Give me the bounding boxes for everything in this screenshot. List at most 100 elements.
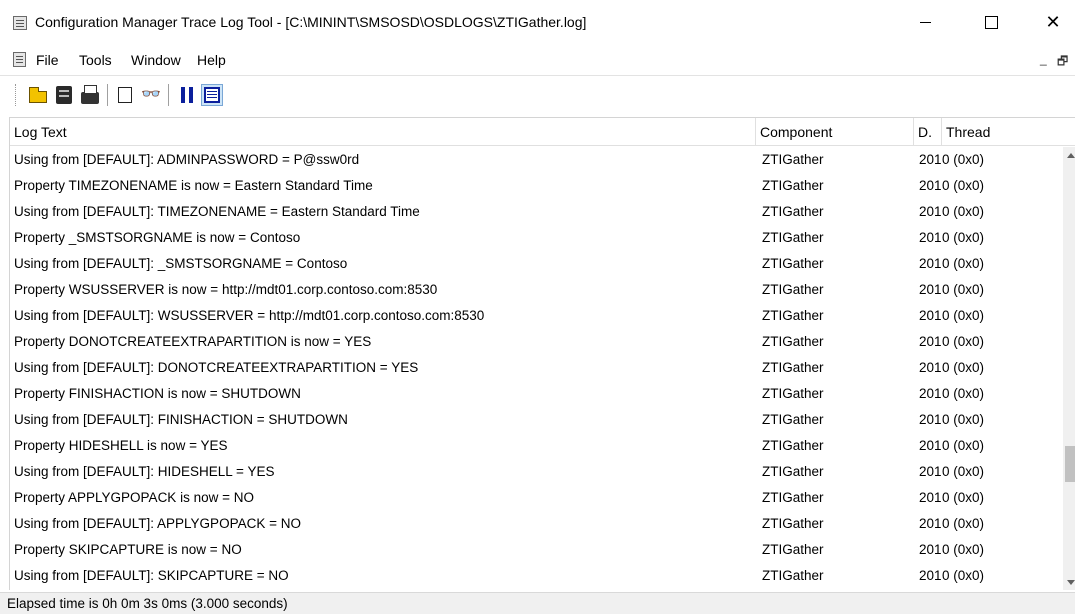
title-bar: Configuration Manager Trace Log Tool - [… (0, 0, 1075, 44)
log-grid[interactable]: Log Text Component D. Thread Using from … (9, 117, 1075, 590)
vertical-scrollbar[interactable] (1063, 147, 1075, 590)
status-text: Elapsed time is 0h 0m 3s 0ms (3.000 seco… (7, 596, 288, 611)
mdi-minimize-button[interactable]: _ (1040, 52, 1047, 66)
table-row[interactable]: Property SKIPCAPTURE is now = NO ZTIGathe… (10, 537, 1060, 563)
table-row[interactable]: Using from [DEFAULT]: FINISHACTION = SHU… (10, 407, 1060, 433)
log-text-cell: Using from [DEFAULT]: WSUSSERVER = http:… (14, 308, 485, 323)
app-icon[interactable] (13, 16, 27, 30)
table-row[interactable]: Using from [DEFAULT]: SKIPCAPTURE = NO ZT… (10, 563, 1060, 589)
log-text-cell: Property _SMSTSORGNAME is now = Contoso (14, 230, 301, 245)
component-cell: ZTIGather (762, 204, 824, 219)
toolbar-separator (168, 84, 169, 106)
toolbar-grip[interactable] (15, 84, 18, 106)
close-icon: ✕ (1045, 11, 1061, 32)
table-row[interactable]: Property HIDESHELL is now = YES ZTIGather… (10, 433, 1060, 459)
table-row[interactable]: Using from [DEFAULT]: ADMINPASSWORD = P@… (10, 147, 1060, 173)
log-rows: Using from [DEFAULT]: ADMINPASSWORD = P@… (10, 147, 1060, 589)
thread-cell: 0 (0x0) (942, 308, 985, 323)
table-row[interactable]: Using from [DEFAULT]: TIMEZONENAME = Eas… (10, 199, 1060, 225)
table-row[interactable]: Property DONOTCREATEEXTRAPARTITION is no… (10, 329, 1060, 355)
minimize-button[interactable] (902, 0, 948, 44)
table-row[interactable]: Property APPLYGPOPACK is now = NO ZTIGath… (10, 485, 1060, 511)
grid-header: Log Text Component D. Thread (10, 118, 1075, 146)
column-header-log-text[interactable]: Log Text (10, 118, 756, 146)
open-button[interactable] (27, 84, 49, 106)
component-cell: ZTIGather (762, 256, 824, 271)
thread-cell: 0 (0x0) (942, 490, 985, 505)
thread-cell: 0 (0x0) (942, 204, 985, 219)
thread-cell: 0 (0x0) (942, 438, 985, 453)
component-cell: ZTIGather (762, 360, 824, 375)
minimize-icon (919, 21, 931, 23)
thread-cell: 0 (0x0) (942, 282, 985, 297)
thread-cell: 0 (0x0) (942, 256, 985, 271)
component-cell: ZTIGather (762, 542, 824, 557)
mdi-restore-button[interactable]: 🗗 (1057, 52, 1068, 73)
thread-cell: 0 (0x0) (942, 386, 985, 401)
menu-bar: File Tools Window Help _ 🗗 (0, 44, 1075, 76)
component-cell: ZTIGather (762, 282, 824, 297)
log-text-cell: Using from [DEFAULT]: _SMSTSORGNAME = Co… (14, 256, 348, 271)
scroll-down-icon[interactable] (1067, 580, 1075, 585)
close-button[interactable]: ✕ (1030, 0, 1075, 44)
column-header-thread[interactable]: Thread (942, 118, 1062, 146)
thread-cell: 0 (0x0) (942, 464, 985, 479)
find-icon: 👓 (141, 86, 161, 103)
find-button[interactable]: 👓 (140, 84, 162, 106)
copy-icon (114, 84, 132, 103)
pause-icon (181, 87, 193, 103)
thread-cell: 0 (0x0) (942, 516, 985, 531)
thread-cell: 0 (0x0) (942, 360, 985, 375)
menu-window[interactable]: Window (131, 52, 181, 68)
window-title: Configuration Manager Trace Log Tool - [… (35, 14, 587, 30)
pause-button[interactable] (176, 84, 198, 106)
component-cell: ZTIGather (762, 152, 824, 167)
log-text-cell: Using from [DEFAULT]: FINISHACTION = SHU… (14, 412, 348, 427)
column-header-date[interactable]: D. (914, 118, 942, 146)
log-text-cell: Using from [DEFAULT]: TIMEZONENAME = Eas… (14, 204, 420, 219)
thread-cell: 0 (0x0) (942, 178, 985, 193)
open-icon (29, 87, 47, 103)
open-on-server-button[interactable] (53, 84, 75, 106)
print-button[interactable] (79, 84, 101, 106)
thread-cell: 0 (0x0) (942, 152, 985, 167)
scroll-thumb[interactable] (1065, 446, 1075, 482)
log-text-cell: Property APPLYGPOPACK is now = NO (14, 490, 254, 505)
scroll-up-icon[interactable] (1067, 153, 1075, 158)
table-row[interactable]: Using from [DEFAULT]: APPLYGPOPACK = NO Z… (10, 511, 1060, 537)
table-row[interactable]: Property TIMEZONENAME is now = Eastern S… (10, 173, 1060, 199)
component-cell: ZTIGather (762, 412, 824, 427)
log-text-cell: Using from [DEFAULT]: DONOTCREATEEXTRAPA… (14, 360, 419, 375)
table-row[interactable]: Using from [DEFAULT]: WSUSSERVER = http:… (10, 303, 1060, 329)
maximize-icon (984, 15, 998, 29)
log-text-cell: Property SKIPCAPTURE is now = NO (14, 542, 242, 557)
status-bar: Elapsed time is 0h 0m 3s 0ms (3.000 seco… (0, 592, 1075, 614)
table-row[interactable]: Property WSUSSERVER is now = http://mdt0… (10, 277, 1060, 303)
log-view-button[interactable] (201, 84, 223, 106)
component-cell: ZTIGather (762, 568, 824, 583)
log-text-cell: Property TIMEZONENAME is now = Eastern S… (14, 178, 373, 193)
document-icon[interactable] (13, 52, 26, 67)
log-text-cell: Using from [DEFAULT]: SKIPCAPTURE = NO (14, 568, 289, 583)
copy-button[interactable] (114, 84, 136, 106)
menu-tools[interactable]: Tools (79, 52, 112, 68)
thread-cell: 0 (0x0) (942, 412, 985, 427)
table-row[interactable]: Using from [DEFAULT]: DONOTCREATEEXTRAPA… (10, 355, 1060, 381)
log-text-cell: Using from [DEFAULT]: ADMINPASSWORD = P@… (14, 152, 360, 167)
component-cell: ZTIGather (762, 178, 824, 193)
table-row[interactable]: Property _SMSTSORGNAME is now = Contoso Z… (10, 225, 1060, 251)
toolbar-separator (107, 84, 108, 106)
table-row[interactable]: Using from [DEFAULT]: HIDESHELL = YES ZTI… (10, 459, 1060, 485)
thread-cell: 0 (0x0) (942, 334, 985, 349)
table-row[interactable]: Using from [DEFAULT]: _SMSTSORGNAME = Co… (10, 251, 1060, 277)
log-text-cell: Property WSUSSERVER is now = http://mdt0… (14, 282, 438, 297)
menu-help[interactable]: Help (197, 52, 226, 68)
column-header-component[interactable]: Component (756, 118, 914, 146)
table-row[interactable]: Property FINISHACTION is now = SHUTDOWN Z… (10, 381, 1060, 407)
component-cell: ZTIGather (762, 516, 824, 531)
component-cell: ZTIGather (762, 386, 824, 401)
component-cell: ZTIGather (762, 490, 824, 505)
menu-file[interactable]: File (36, 52, 59, 68)
maximize-button[interactable] (968, 0, 1014, 44)
log-text-cell: Property FINISHACTION is now = SHUTDOWN (14, 386, 301, 401)
